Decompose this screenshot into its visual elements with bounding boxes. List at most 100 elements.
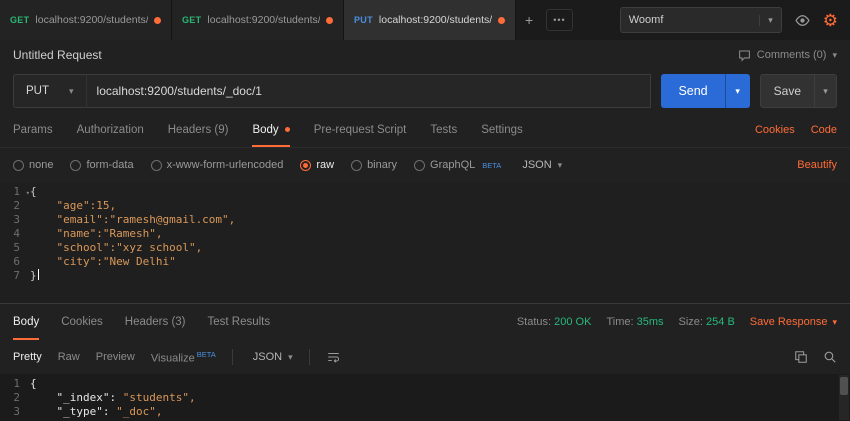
search-response-button[interactable] <box>823 350 837 364</box>
chevron-down-icon: ▾ <box>832 317 837 328</box>
response-line: 2 "_index": "students", <box>0 391 850 405</box>
url-input[interactable] <box>87 74 652 108</box>
save-options-button[interactable]: ▾ <box>814 75 836 107</box>
save-response-button[interactable]: Save Response ▾ <box>750 316 837 328</box>
language-value: JSON <box>522 159 551 171</box>
request-tab-bar: GET localhost:9200/students/_search GET … <box>0 0 850 40</box>
size-label: Size: <box>679 316 703 328</box>
method-dropdown[interactable]: PUT ▾ <box>13 74 87 108</box>
request-tab-3-active[interactable]: PUT localhost:9200/students/_doc/1 <box>344 0 516 40</box>
response-meta: Status: 200 OK Time: 35ms Size: 254 B Sa… <box>517 304 837 340</box>
workspace-visibility-button[interactable] <box>794 12 811 29</box>
json-key: "_index": <box>30 391 116 405</box>
response-tab-cookies[interactable]: Cookies <box>61 304 103 340</box>
tab-label: Settings <box>481 124 523 136</box>
settings-button[interactable]: ⚙ <box>823 12 838 29</box>
new-tab-button[interactable]: + <box>516 0 542 40</box>
response-line: 3 "_type": "_doc", <box>0 405 850 419</box>
status-label: Status: <box>517 316 551 328</box>
status-value: 200 OK <box>554 316 591 328</box>
chevron-down-icon: ▾ <box>823 86 828 97</box>
tab-label: Tests <box>430 124 457 136</box>
response-tab-body-active[interactable]: Body <box>13 304 39 340</box>
copy-icon <box>794 350 808 364</box>
cookies-link[interactable]: Cookies <box>755 124 795 136</box>
body-type-graphql[interactable]: GraphQL BETA <box>414 159 501 171</box>
body-type-none[interactable]: none <box>13 159 53 171</box>
send-button-label[interactable]: Send <box>661 74 724 108</box>
code-text: } <box>30 269 37 283</box>
tab-options-button[interactable]: ••• <box>546 9 572 31</box>
code-text: "name":"Ramesh", <box>30 227 162 241</box>
code-text: { <box>30 185 37 199</box>
body-type-form-data[interactable]: form-data <box>70 159 133 171</box>
tab-label: Params <box>13 124 53 136</box>
request-tab-2[interactable]: GET localhost:9200/students/_mapp... <box>172 0 344 40</box>
response-line: 1 { <box>0 377 850 391</box>
body-type-urlencoded[interactable]: x-www-form-urlencoded <box>151 159 284 171</box>
code-line: 7 } <box>0 269 850 283</box>
send-button[interactable]: Send ▾ <box>661 74 749 108</box>
body-type-raw-selected[interactable]: raw <box>300 159 334 171</box>
body-type-label: x-www-form-urlencoded <box>167 159 284 171</box>
body-type-binary[interactable]: binary <box>351 159 397 171</box>
wrap-lines-button[interactable] <box>326 350 341 364</box>
view-label: Visualize <box>151 352 195 364</box>
tab-tests[interactable]: Tests <box>430 112 457 147</box>
tabbar-right-group: Woomf ▾ ⚙ <box>620 0 850 40</box>
response-view-toolbar: Pretty Raw Preview VisualizeBETA JSON ▾ <box>0 340 850 374</box>
response-tab-test-results[interactable]: Test Results <box>208 304 271 340</box>
body-type-label: binary <box>367 159 397 171</box>
body-type-label: none <box>29 159 53 171</box>
code-text: "school":"xyz school", <box>30 241 202 255</box>
beautify-link[interactable]: Beautify <box>797 159 837 171</box>
unsaved-dot-icon <box>326 17 333 24</box>
plus-icon: + <box>525 12 533 28</box>
json-value: "_doc", <box>109 405 162 419</box>
request-body-editor[interactable]: 1▾ { 2 "age":15, 3 "email":"ramesh@gmail… <box>0 182 850 303</box>
line-number: 6 <box>0 255 30 269</box>
json-value: "students", <box>116 391 195 405</box>
view-raw[interactable]: Raw <box>58 351 80 363</box>
code-line: 6 "city":"New Delhi" <box>0 255 850 269</box>
raw-language-dropdown[interactable]: JSON ▾ <box>522 159 562 171</box>
method-badge: GET <box>182 15 201 25</box>
line-number: 1▾ <box>0 185 30 199</box>
response-tab-headers[interactable]: Headers (3) <box>125 304 186 340</box>
tab-label: Body <box>13 316 39 328</box>
response-language-dropdown[interactable]: JSON ▾ <box>253 351 293 363</box>
tab-prerequest-script[interactable]: Pre-request Script <box>314 112 407 147</box>
scrollbar-thumb[interactable] <box>840 377 848 395</box>
code-link[interactable]: Code <box>811 124 837 136</box>
tab-label: Test Results <box>208 316 271 328</box>
request-title-row: Untitled Request Comments (0) ▾ <box>0 40 850 70</box>
postman-window: GET localhost:9200/students/_search GET … <box>0 0 850 421</box>
tab-authorization[interactable]: Authorization <box>77 112 144 147</box>
tab-headers[interactable]: Headers (9) <box>168 112 229 147</box>
comments-button[interactable]: Comments (0) ▾ <box>738 49 837 62</box>
tab-settings[interactable]: Settings <box>481 112 523 147</box>
copy-response-button[interactable] <box>794 350 808 364</box>
unsaved-dot-icon <box>498 17 505 24</box>
tab-params[interactable]: Params <box>13 112 53 147</box>
fold-toggle-icon[interactable]: ▾ <box>26 186 30 200</box>
workspace-selector[interactable]: Woomf ▾ <box>620 7 782 33</box>
radio-selected-icon <box>300 160 311 171</box>
line-number: 2 <box>0 199 30 213</box>
view-visualize[interactable]: VisualizeBETA <box>151 350 216 365</box>
radio-icon <box>351 160 362 171</box>
save-button-label[interactable]: Save <box>761 75 814 107</box>
comments-label: Comments (0) <box>757 49 827 61</box>
code-text: "city":"New Delhi" <box>30 255 176 269</box>
view-pretty-active[interactable]: Pretty <box>13 351 42 363</box>
tab-body-active[interactable]: Body <box>252 112 289 147</box>
url-builder-row: PUT ▾ Send ▾ Save ▾ <box>0 70 850 112</box>
size-value: 254 B <box>706 316 735 328</box>
save-button[interactable]: Save ▾ <box>760 74 837 108</box>
send-options-button[interactable]: ▾ <box>725 74 750 108</box>
beta-badge: BETA <box>197 350 216 359</box>
view-preview[interactable]: Preview <box>96 351 135 363</box>
request-tab-1[interactable]: GET localhost:9200/students/_search <box>0 0 172 40</box>
divider <box>309 349 310 365</box>
scrollbar[interactable] <box>839 375 849 420</box>
